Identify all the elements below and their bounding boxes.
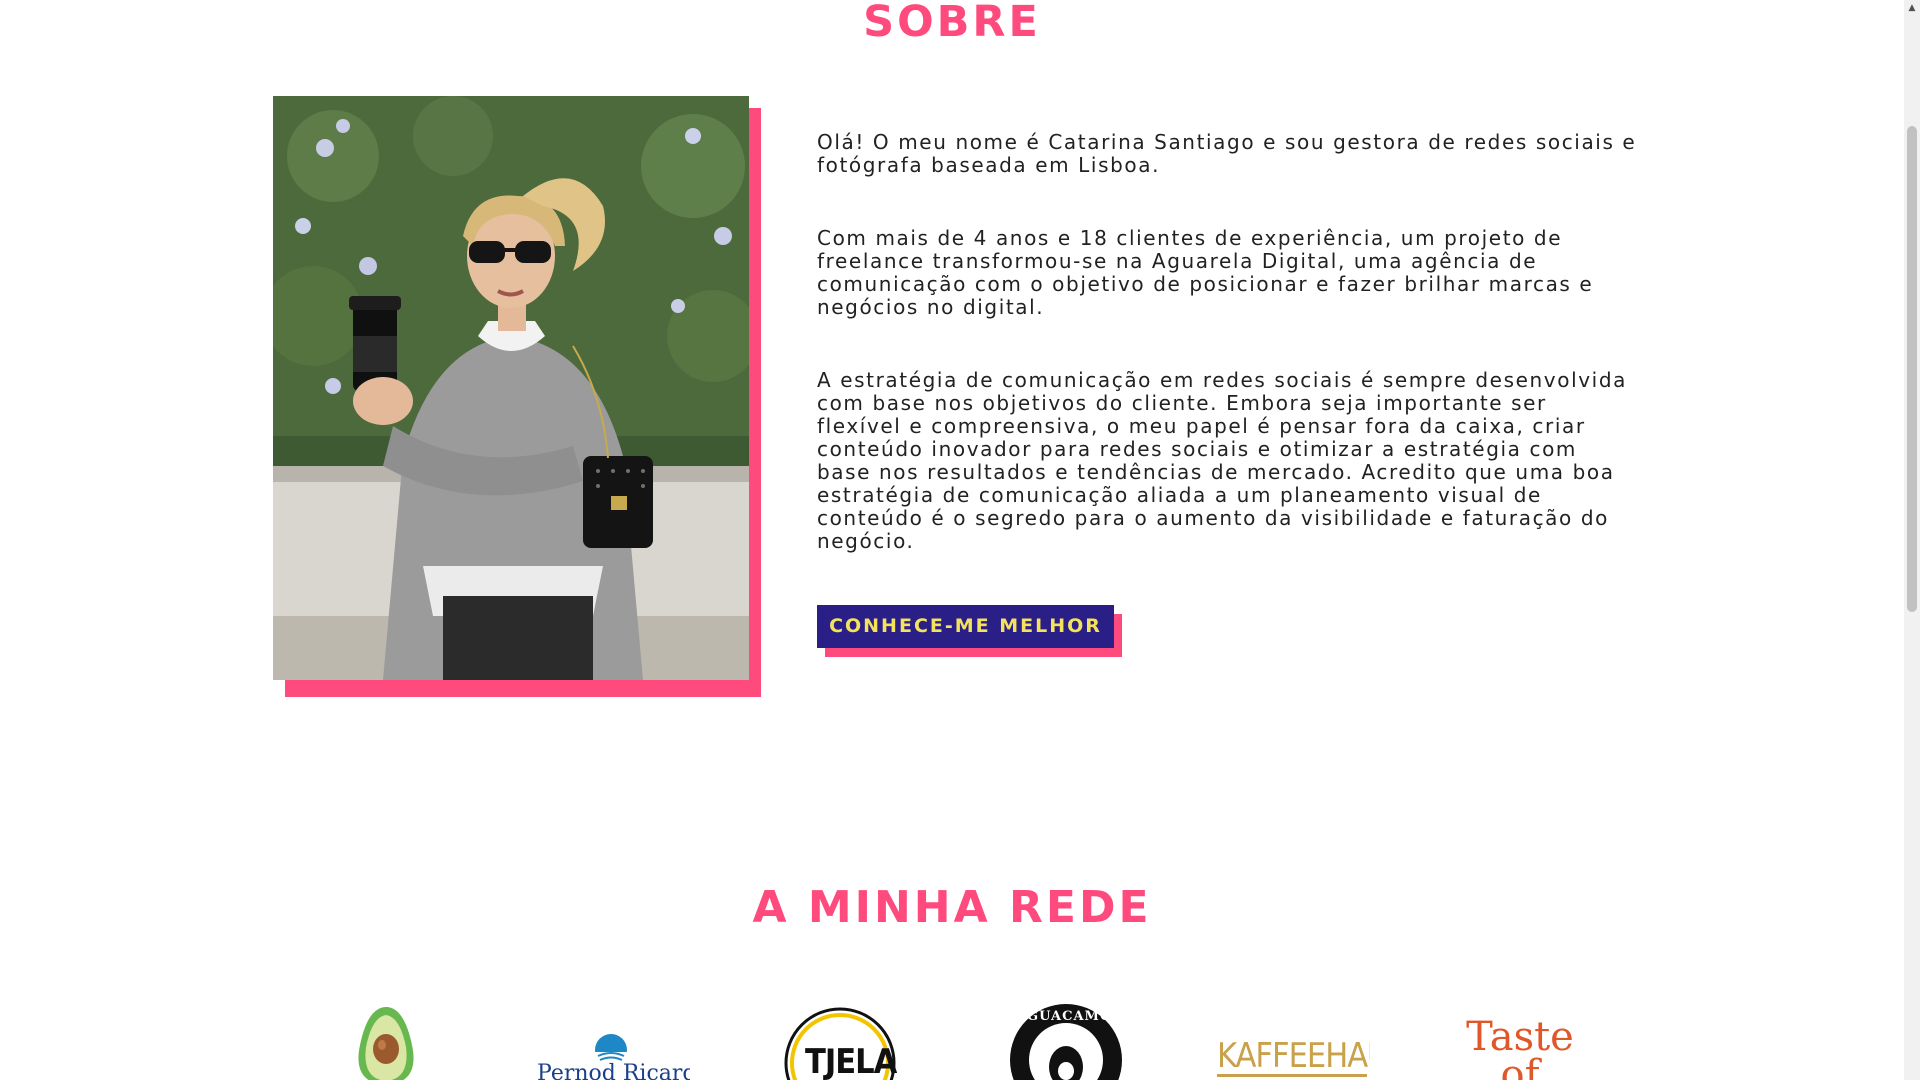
tjela-wordmark: TJELA xyxy=(805,1042,897,1080)
tjela-logo[interactable]: TJELA xyxy=(783,1006,897,1080)
avocado-logo[interactable] xyxy=(346,1005,426,1080)
network-title: A MINHA REDE xyxy=(752,882,1152,933)
vertical-scrollbar[interactable]: ▲ xyxy=(1904,0,1920,1080)
profile-photo-illustration xyxy=(273,96,749,680)
bio-paragraph-intro: Olá! O meu nome é Catarina Santiago e so… xyxy=(817,130,1637,177)
profile-photo xyxy=(273,96,749,680)
guacamole-logo[interactable]: GUACAMOLE xyxy=(1009,1003,1123,1080)
guacamole-wordmark: GUACAMOLE xyxy=(1027,1009,1123,1024)
client-logos-row: Pernod Ricard TJELA GUACAMOLE KAFFEEHAUS… xyxy=(0,990,1904,1080)
kaffeehaus-wordmark: KAFFEEHAUS xyxy=(1217,1036,1370,1076)
page: SOBRE Olá! O meu nome é Catarina Santiag… xyxy=(0,0,1920,1080)
bio-paragraph-experience: Com mais de 4 anos e 18 clientes de expe… xyxy=(817,226,1594,319)
taste-of-india-wordmark: Taste of India xyxy=(1466,1018,1574,1080)
cta-container: CONHECE-ME MELHOR xyxy=(817,605,1122,657)
taste-of-india-logo[interactable]: Taste of India xyxy=(1455,1018,1590,1080)
about-bio: Olá! O meu nome é Catarina Santiago e so… xyxy=(817,131,1637,553)
scroll-up-arrow-icon[interactable]: ▲ xyxy=(1904,0,1920,16)
avocado-icon xyxy=(358,1007,414,1080)
pernod-ricard-wordmark: Pernod Ricard xyxy=(537,1061,690,1080)
bio-paragraph-strategy: A estratégia de comunicação em redes soc… xyxy=(817,368,1627,553)
kaffeehaus-logo[interactable]: KAFFEEHAUS xyxy=(1215,1030,1370,1080)
know-me-better-button[interactable]: CONHECE-ME MELHOR xyxy=(817,605,1114,648)
pernod-ricard-logo[interactable]: Pernod Ricard xyxy=(530,1030,690,1080)
about-title: SOBRE xyxy=(863,0,1041,47)
kaffeehaus-underline xyxy=(1217,1074,1367,1077)
scrollbar-thumb[interactable] xyxy=(1907,126,1917,612)
